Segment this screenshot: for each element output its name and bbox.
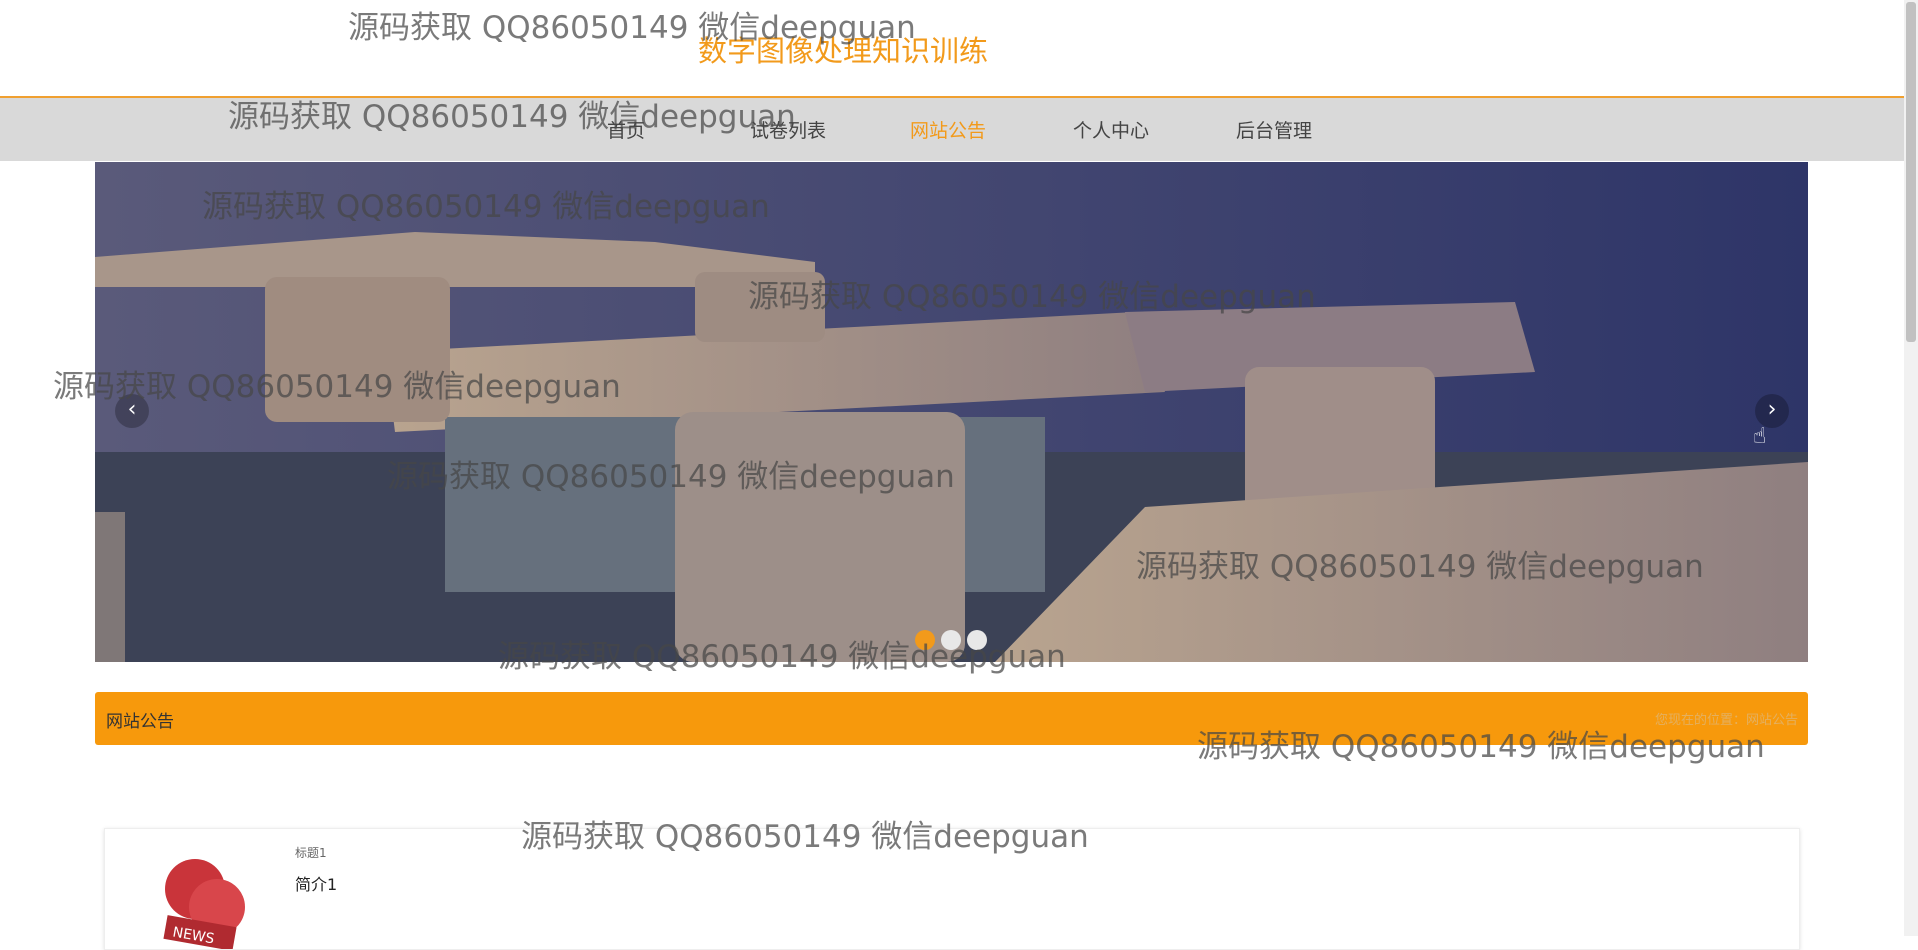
news-title[interactable]: 标题1: [295, 844, 327, 861]
chevron-right-icon: ›: [1767, 397, 1777, 422]
site-title: 数字图像处理知识训练: [698, 34, 989, 68]
section-title: 网站公告: [106, 712, 174, 732]
news-list-item[interactable]: NEWS 标题1 简介1: [104, 828, 1800, 950]
nav-item-home[interactable]: 首页: [607, 116, 645, 143]
carousel-prev-button[interactable]: ‹: [115, 394, 149, 428]
main-nav: 首页 试卷列表 网站公告 个人中心 后台管理: [0, 98, 1904, 161]
carousel-dot-2[interactable]: [941, 630, 961, 650]
carousel-dot-3[interactable]: [967, 630, 987, 650]
page-scrollbar[interactable]: [1904, 0, 1918, 936]
scrollbar-thumb[interactable]: [1906, 2, 1916, 342]
carousel-dot-1[interactable]: [915, 630, 935, 650]
breadcrumb: 您现在的位置：网站公告: [1654, 713, 1798, 728]
classroom-banner-image: [95, 162, 1808, 662]
nav-item-exam-list[interactable]: 试卷列表: [750, 116, 826, 143]
carousel-next-button[interactable]: ›: [1755, 394, 1789, 428]
hand-cursor-icon: ☝: [1753, 424, 1767, 449]
chevron-left-icon: ‹: [127, 397, 137, 422]
news-summary: 简介1: [295, 875, 338, 894]
banner-carousel[interactable]: ‹ › ☝: [95, 162, 1808, 662]
carousel-indicators: [915, 630, 987, 650]
header: 数字图像处理知识训练: [0, 0, 1904, 98]
nav-item-profile[interactable]: 个人中心: [1073, 116, 1149, 143]
nav-item-admin[interactable]: 后台管理: [1236, 116, 1312, 143]
news-microphone-icon: NEWS: [163, 859, 245, 949]
nav-item-announcements[interactable]: 网站公告: [910, 116, 986, 143]
section-header: 网站公告 您现在的位置：网站公告: [95, 692, 1808, 745]
